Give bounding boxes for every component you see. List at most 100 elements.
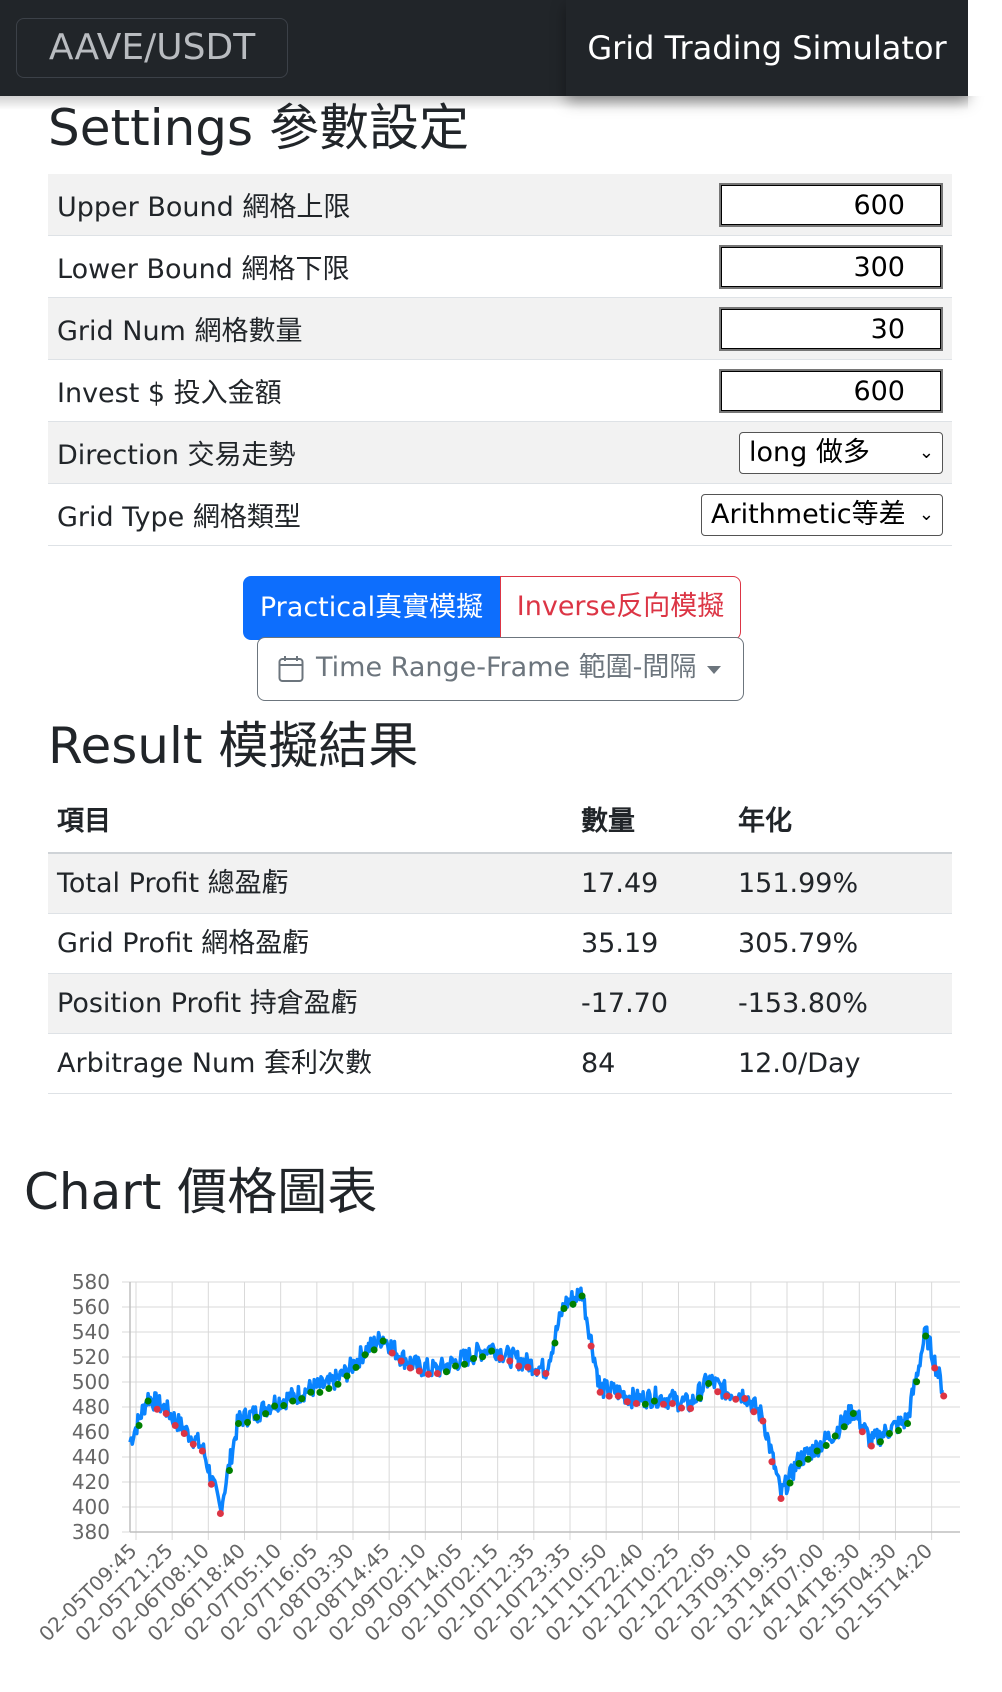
buy-marker (822, 1442, 830, 1449)
sell-marker (397, 1357, 405, 1365)
buy-marker (705, 1380, 713, 1387)
y-tick-label: 420 (72, 1470, 110, 1494)
y-tick-label: 560 (72, 1295, 110, 1319)
column-header-amount: 數量 (581, 806, 635, 837)
table-row: Total Profit 總盈虧 17.49 151.99% (48, 854, 952, 914)
inverse-simulate-button[interactable]: Inverse反向模擬 (500, 576, 741, 640)
price-line (128, 1286, 945, 1516)
grid-profit-annual: 305.79% (738, 928, 859, 959)
simulate-button-group: Practical真實模擬 Inverse反向模擬 (243, 576, 741, 640)
total-profit-amount: 17.49 (581, 868, 659, 899)
buy-marker (840, 1423, 848, 1431)
grid-type-label: Grid Type 網格類型 (57, 502, 301, 533)
direction-select-value: long 做多 (749, 437, 870, 468)
practical-simulate-button[interactable]: Practical真實模擬 (243, 576, 500, 640)
invest-input[interactable] (719, 369, 943, 413)
sell-marker (207, 1480, 215, 1488)
buy-marker (569, 1300, 577, 1308)
arbitrage-num-amount: 84 (581, 1048, 616, 1079)
sell-marker (759, 1417, 767, 1425)
result-table: 項目 數量 年化 Total Profit 總盈虧 17.49 151.99% … (48, 792, 952, 1094)
sell-marker (497, 1354, 505, 1362)
direction-label: Direction 交易走勢 (57, 440, 296, 471)
setting-row-upper-bound: Upper Bound 網格上限 (48, 174, 952, 236)
sell-marker (596, 1388, 604, 1396)
sell-marker (189, 1440, 197, 1448)
arbitrage-num-annual: 12.0/Day (738, 1048, 861, 1079)
total-profit-annual: 151.99% (738, 868, 859, 899)
buy-marker (786, 1479, 794, 1487)
buy-marker (795, 1460, 803, 1467)
table-row: Position Profit 持倉盈虧 -17.70 -153.80% (48, 974, 952, 1034)
lower-bound-input[interactable] (719, 245, 943, 289)
buy-marker (650, 1397, 658, 1405)
navbar-gap (968, 0, 1002, 96)
sell-marker (632, 1400, 640, 1407)
y-tick-label: 400 (72, 1495, 110, 1519)
buy-marker (361, 1351, 369, 1359)
grid-num-label: Grid Num 網格數量 (57, 316, 303, 347)
direction-select[interactable]: long 做多 ⌄ (739, 432, 943, 474)
buy-marker (253, 1413, 261, 1421)
sell-marker (153, 1405, 161, 1413)
sell-marker (515, 1362, 523, 1370)
buy-marker (352, 1363, 360, 1371)
sell-marker (614, 1392, 622, 1400)
buy-marker (225, 1467, 233, 1474)
table-row: Arbitrage Num 套利次數 84 12.0/Day (48, 1034, 952, 1094)
trade-markers (135, 1292, 948, 1517)
column-header-annual: 年化 (738, 806, 792, 837)
y-tick-label: 480 (72, 1395, 110, 1419)
price-series (128, 1286, 945, 1516)
grid-profit-label: Grid Profit 網格盈虧 (57, 928, 310, 959)
buy-marker (343, 1372, 351, 1380)
column-header-item: 項目 (57, 806, 111, 837)
upper-bound-input[interactable] (719, 183, 943, 227)
grid-type-select-value: Arithmetic等差 (711, 499, 906, 530)
chevron-down-icon: ⌄ (918, 442, 934, 463)
sell-marker (777, 1495, 785, 1502)
chart-heading: Chart 價格圖表 (24, 1163, 378, 1221)
grid-profit-amount: 35.19 (581, 928, 659, 959)
buy-marker (280, 1402, 288, 1409)
setting-row-invest: Invest $ 投入金額 (48, 360, 952, 422)
table-row: Grid Profit 網格盈虧 35.19 305.79% (48, 914, 952, 974)
buy-marker (578, 1292, 586, 1300)
sell-marker (741, 1395, 749, 1402)
sell-marker (723, 1392, 731, 1400)
buy-marker (451, 1362, 459, 1370)
buy-marker (316, 1388, 324, 1396)
buy-marker (234, 1420, 242, 1427)
buy-marker (298, 1395, 306, 1403)
grid-type-select[interactable]: Arithmetic等差 ⌄ (701, 494, 943, 536)
time-range-label: Time Range-Frame 範圍-間隔 (316, 652, 697, 683)
buy-marker (913, 1378, 921, 1386)
sell-marker (198, 1447, 206, 1455)
y-tick-label: 460 (72, 1420, 110, 1444)
setting-row-grid-num: Grid Num 網格數量 (48, 298, 952, 360)
buy-marker (849, 1410, 857, 1417)
buy-marker (551, 1339, 559, 1347)
y-tick-label: 580 (72, 1270, 110, 1294)
buy-marker (289, 1397, 297, 1405)
buy-marker (876, 1438, 884, 1446)
chevron-down-icon: ⌄ (918, 504, 934, 525)
x-axis-ticks: 02-05T09:4502-05T21:2502-06T08:1002-06T1… (34, 1539, 937, 1646)
y-tick-label: 380 (72, 1520, 110, 1544)
buy-marker (696, 1394, 704, 1402)
setting-row-grid-type: Grid Type 網格類型 Arithmetic等差 ⌄ (48, 484, 952, 546)
result-heading: Result 模擬結果 (48, 717, 419, 775)
sell-marker (867, 1442, 875, 1450)
chart-grid (122, 1281, 960, 1540)
grid-num-input[interactable] (719, 307, 943, 351)
navbar: AAVE/USDT Grid Trading Simulator (0, 0, 1002, 110)
calendar-icon (278, 656, 304, 682)
buy-marker (560, 1305, 568, 1312)
upper-bound-label: Upper Bound 網格上限 (57, 192, 351, 223)
setting-row-lower-bound: Lower Bound 網格下限 (48, 236, 952, 298)
pair-brand-button[interactable]: AAVE/USDT (16, 18, 288, 78)
caret-down-icon (707, 666, 721, 674)
y-tick-label: 520 (72, 1345, 110, 1369)
time-range-dropdown-button[interactable]: Time Range-Frame 範圍-間隔 (257, 637, 744, 701)
buy-marker (144, 1397, 152, 1405)
